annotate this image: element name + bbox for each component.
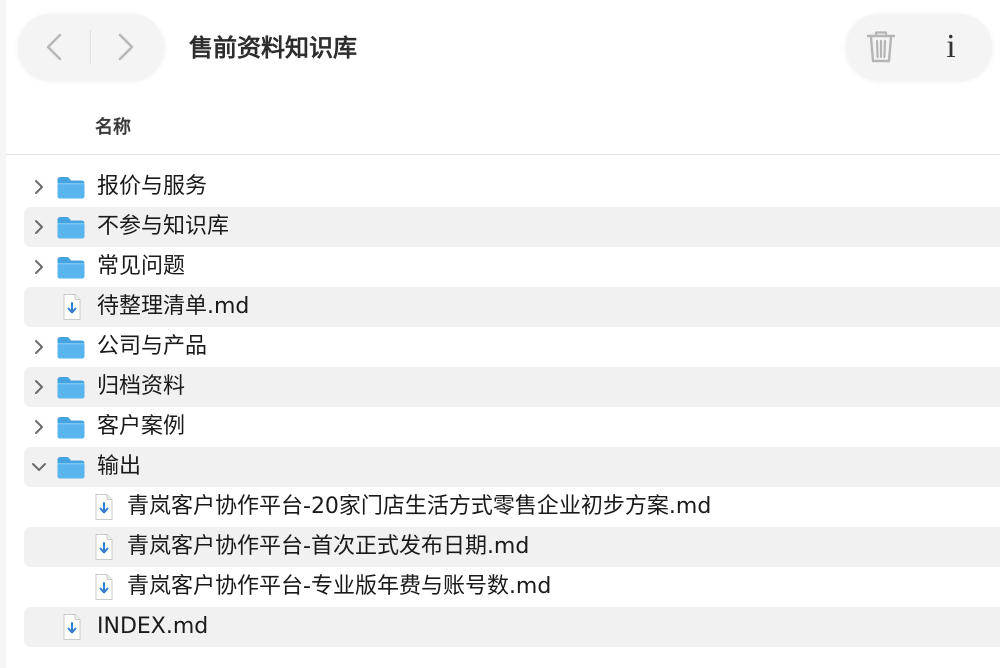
file-name: 待整理清单.md — [97, 294, 250, 319]
folder-row[interactable]: 不参与知识库 — [6, 207, 1000, 247]
chevron-right-icon[interactable] — [29, 177, 49, 197]
file-name: 青岚客户协作平台-首次正式发布日期.md — [127, 534, 530, 559]
file-row[interactable]: 青岚客户协作平台-首次正式发布日期.md — [6, 527, 1000, 567]
markdown-file-icon — [88, 573, 118, 601]
folder-row[interactable]: 客户案例 — [6, 407, 1000, 447]
folder-icon — [56, 173, 86, 201]
file-row[interactable]: 待整理清单.md — [6, 287, 1000, 327]
window-title: 售前资料知识库 — [189, 34, 357, 62]
chevron-left-icon — [46, 33, 62, 61]
file-row[interactable]: INDEX.md — [6, 607, 1000, 647]
chevron-right-icon[interactable] — [29, 217, 49, 237]
navigation-controls — [18, 14, 164, 80]
folder-icon — [56, 213, 86, 241]
file-name: 客户案例 — [97, 414, 186, 439]
chevron-down-icon[interactable] — [29, 457, 49, 477]
file-name: 输出 — [97, 454, 142, 479]
markdown-file-icon — [56, 613, 86, 641]
folder-icon — [56, 253, 86, 281]
folder-row[interactable]: 公司与产品 — [6, 327, 1000, 367]
markdown-file-icon — [88, 493, 118, 521]
chevron-right-icon[interactable] — [29, 257, 49, 277]
chevron-right-icon[interactable] — [29, 417, 49, 437]
folder-icon — [56, 333, 86, 361]
file-name: 报价与服务 — [97, 174, 208, 199]
forward-button[interactable] — [106, 28, 144, 66]
file-name: 常见问题 — [97, 254, 186, 279]
markdown-file-icon — [88, 533, 118, 561]
file-name: INDEX.md — [97, 614, 209, 639]
action-controls: i — [846, 14, 992, 80]
name-column-header[interactable]: 名称 — [95, 116, 131, 140]
file-name: 青岚客户协作平台-专业版年费与账号数.md — [127, 574, 552, 599]
folder-icon — [56, 413, 86, 441]
file-row[interactable]: 青岚客户协作平台-专业版年费与账号数.md — [6, 567, 1000, 607]
file-name: 公司与产品 — [97, 334, 208, 359]
file-name: 青岚客户协作平台-20家门店生活方式零售企业初步方案.md — [127, 494, 712, 519]
chevron-right-icon[interactable] — [29, 377, 49, 397]
folder-icon — [56, 453, 86, 481]
nav-divider — [90, 30, 91, 64]
file-name: 不参与知识库 — [97, 214, 230, 239]
column-header: 名称 — [6, 104, 1000, 155]
info-button[interactable]: i — [930, 26, 972, 68]
info-icon: i — [946, 28, 956, 65]
delete-button[interactable] — [860, 26, 902, 68]
back-button[interactable] — [36, 28, 74, 66]
finder-window: 售前资料知识库 i 名称 报价与服务不参与知识库 常见问题待整理清单.md 公司与产… — [6, 0, 1000, 668]
folder-icon — [56, 373, 86, 401]
toolbar: 售前资料知识库 i — [6, 0, 1000, 100]
file-list: 报价与服务不参与知识库 常见问题待整理清单.md 公司与产品归档资料客户案例输出青岚… — [6, 167, 1000, 647]
folder-row[interactable]: 归档资料 — [6, 367, 1000, 407]
file-row[interactable]: 青岚客户协作平台-20家门店生活方式零售企业初步方案.md — [6, 487, 1000, 527]
file-name: 归档资料 — [97, 374, 186, 399]
chevron-right-icon[interactable] — [29, 337, 49, 357]
chevron-right-icon — [118, 33, 134, 61]
trash-icon — [866, 31, 896, 63]
markdown-file-icon — [56, 293, 86, 321]
folder-row[interactable]: 常见问题 — [6, 247, 1000, 287]
folder-row[interactable]: 输出 — [6, 447, 1000, 487]
folder-row[interactable]: 报价与服务 — [6, 167, 1000, 207]
